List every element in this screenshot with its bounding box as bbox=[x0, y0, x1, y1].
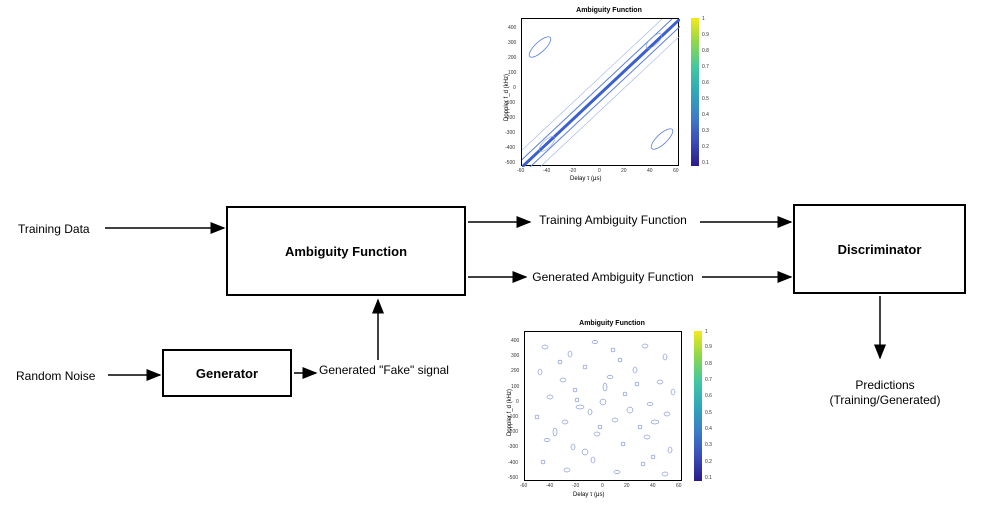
chart-bottom-xlabel: Delay τ (μs) bbox=[573, 492, 605, 498]
generator-label: Generator bbox=[196, 366, 258, 381]
chart-top-colorbar bbox=[691, 18, 699, 166]
ambiguity-block: Ambiguity Function bbox=[226, 206, 466, 296]
random-noise-label: Random Noise bbox=[16, 369, 95, 385]
chart-top-xlabel: Delay τ (μs) bbox=[570, 176, 602, 182]
ambiguity-chart-bottom: Ambiguity Function Doppler f_d (kHz) Del… bbox=[498, 321, 726, 496]
chart-top-title: Ambiguity Function bbox=[495, 7, 723, 14]
chart-bottom-title: Ambiguity Function bbox=[498, 320, 726, 327]
training-data-label: Training Data bbox=[18, 222, 90, 238]
generated-ambiguity-label: Generated Ambiguity Function bbox=[528, 270, 698, 286]
ambiguity-chart-top: Ambiguity Function Doppler f_d (kHz) Del… bbox=[495, 8, 723, 180]
training-ambiguity-label: Training Ambiguity Function bbox=[533, 213, 693, 229]
generated-fake-signal-label: Generated "Fake" signal bbox=[319, 363, 449, 379]
discriminator-block: Discriminator bbox=[793, 204, 966, 294]
chart-bottom-colorbar bbox=[694, 331, 702, 481]
generator-block: Generator bbox=[162, 349, 292, 397]
ambiguity-label: Ambiguity Function bbox=[285, 244, 407, 259]
discriminator-label: Discriminator bbox=[838, 242, 922, 257]
predictions-label: Predictions (Training/Generated) bbox=[820, 362, 950, 409]
